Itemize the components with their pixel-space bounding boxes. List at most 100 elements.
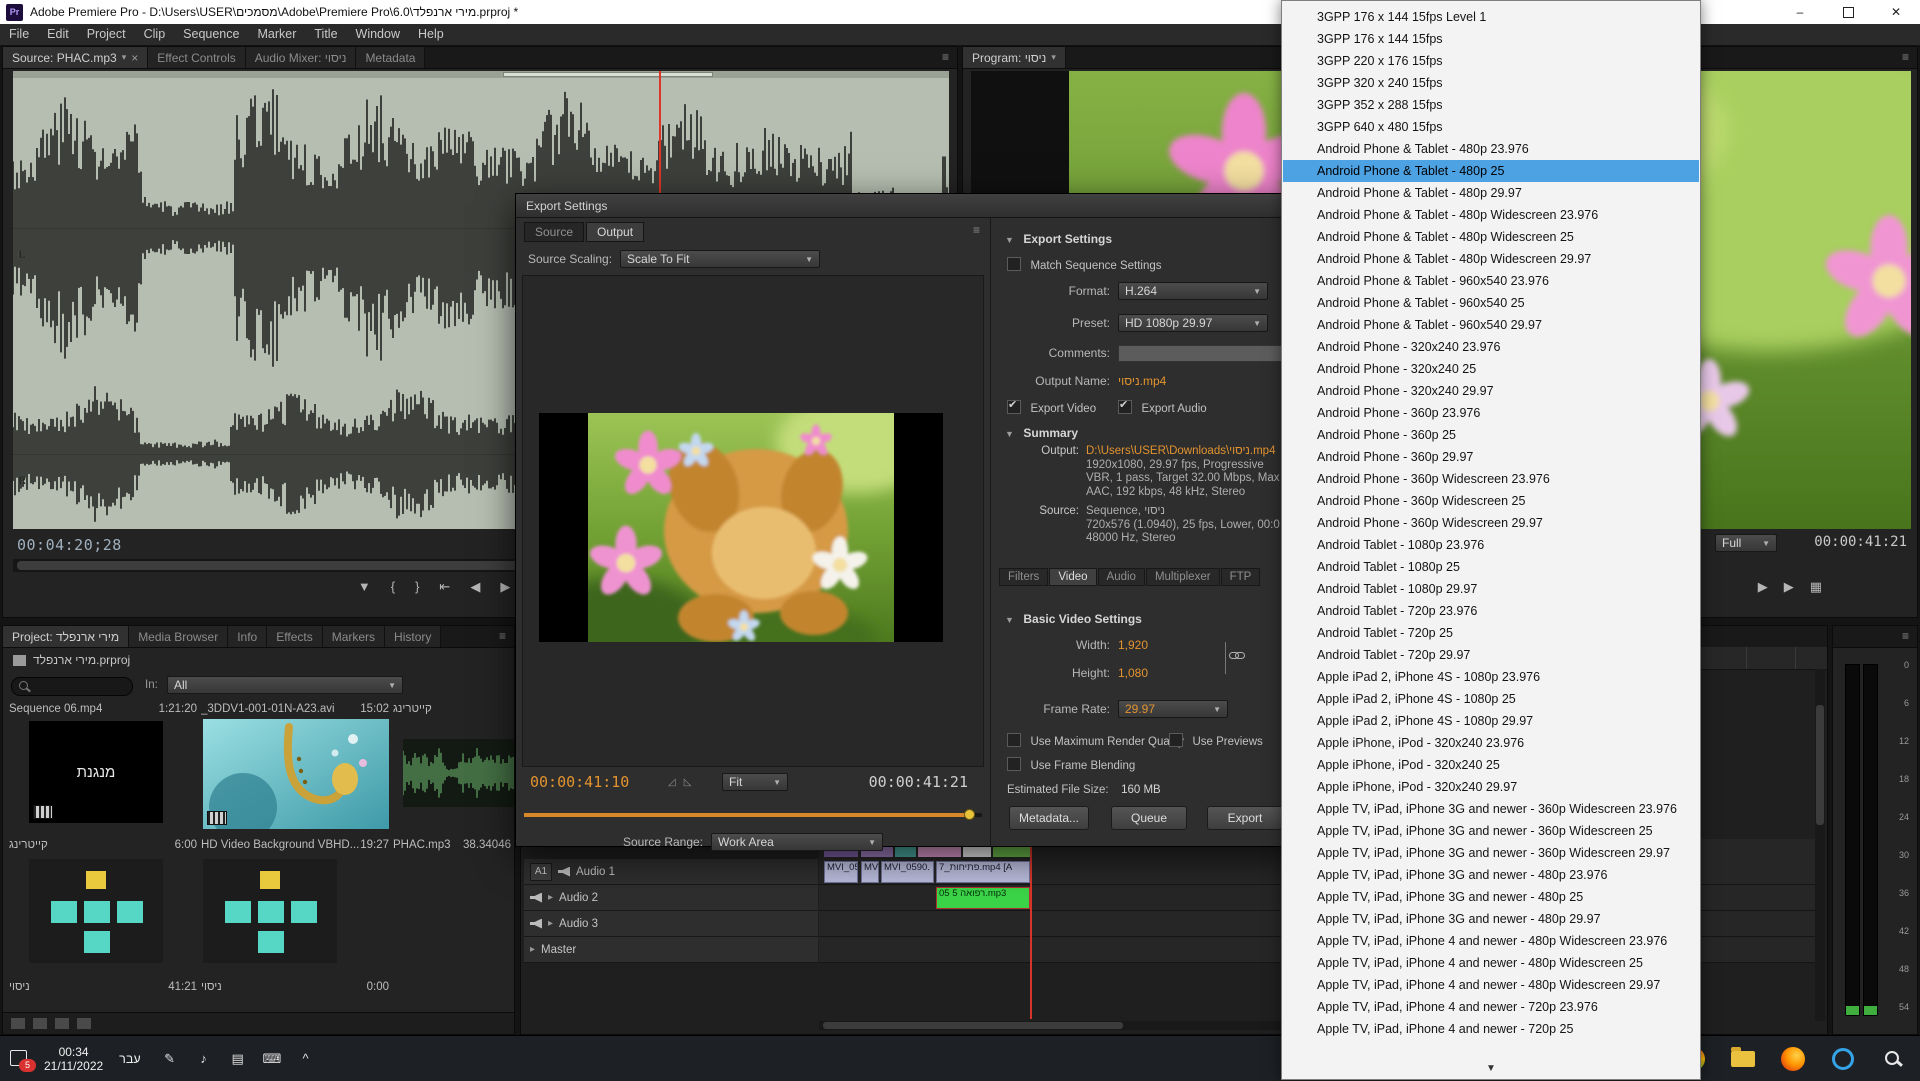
- preset-option[interactable]: Apple TV, iPad, iPhone 4 and newer - 720…: [1283, 1018, 1699, 1040]
- list-item[interactable]: קייטרינג: [393, 703, 511, 715]
- preset-option[interactable]: Apple TV, iPad, iPhone 4 and newer - 480…: [1283, 974, 1699, 996]
- preset-option[interactable]: 3GPP 176 x 144 15fps Level 1: [1283, 6, 1699, 28]
- close-icon[interactable]: ×: [131, 51, 138, 65]
- menu-clip[interactable]: Clip: [135, 24, 175, 45]
- view-tab-source[interactable]: Source: [524, 222, 584, 242]
- preset-option[interactable]: Android Phone & Tablet - 480p Widescreen…: [1283, 226, 1699, 248]
- preset-option[interactable]: Android Phone - 360p 29.97: [1283, 446, 1699, 468]
- option-tab-ftp[interactable]: FTP: [1221, 568, 1261, 586]
- language-indicator[interactable]: עבר: [119, 1052, 140, 1066]
- collapse-triangle-icon[interactable]: ▼: [1005, 235, 1014, 245]
- tab-program[interactable]: Program: ניסוי ▾: [963, 47, 1066, 68]
- preset-option[interactable]: Android Phone - 320x240 23.976: [1283, 336, 1699, 358]
- preset-option[interactable]: Android Phone & Tablet - 480p Widescreen…: [1283, 204, 1699, 226]
- out-point-button[interactable]: }: [415, 579, 419, 595]
- preset-option[interactable]: Apple iPhone, iPod - 320x240 23.976: [1283, 732, 1699, 754]
- collapse-triangle-icon[interactable]: ▼: [1005, 615, 1014, 625]
- menu-sequence[interactable]: Sequence: [174, 24, 248, 45]
- step-forward-button[interactable]: ▶: [1784, 579, 1794, 595]
- filter-select[interactable]: All ▼: [167, 676, 403, 694]
- speaker-icon[interactable]: [558, 867, 570, 877]
- max-render-checkbox[interactable]: [1007, 733, 1021, 747]
- preset-option[interactable]: Android Phone - 320x240 29.97: [1283, 380, 1699, 402]
- expand-arrow-icon[interactable]: ▸: [548, 892, 553, 903]
- audio-clip[interactable]: MVI_05: [824, 861, 858, 883]
- use-previews-checkbox[interactable]: [1169, 733, 1183, 747]
- scrollbar-handle[interactable]: [823, 1022, 1123, 1029]
- in-point-button[interactable]: {: [391, 579, 395, 595]
- notification-icon[interactable]: 5: [8, 1047, 36, 1071]
- collapse-triangle-icon[interactable]: ▼: [1005, 429, 1014, 439]
- match-sequence-checkbox[interactable]: [1007, 257, 1021, 271]
- chevron-up-icon[interactable]: ^: [297, 1051, 315, 1067]
- timeline-vscrollbar[interactable]: [1815, 669, 1825, 1021]
- list-item[interactable]: קייטרינג 6:00: [9, 839, 197, 851]
- preset-option[interactable]: Android Phone & Tablet - 480p Widescreen…: [1283, 248, 1699, 270]
- preset-option[interactable]: Android Tablet - 1080p 23.976: [1283, 534, 1699, 556]
- step-back-button[interactable]: ◀: [470, 579, 480, 595]
- preset-option[interactable]: Apple TV, iPad, iPhone 3G and newer - 48…: [1283, 864, 1699, 886]
- source-range-select[interactable]: Work Area ▼: [711, 833, 883, 851]
- preset-option[interactable]: Apple iPhone, iPod - 320x240 25: [1283, 754, 1699, 776]
- taskbar-search[interactable]: [1868, 1036, 1918, 1081]
- taskbar-clock[interactable]: 00:34 21/11/2022: [44, 1045, 103, 1073]
- export-button[interactable]: Export: [1207, 806, 1283, 830]
- preset-option[interactable]: Android Phone - 360p Widescreen 29.97: [1283, 512, 1699, 534]
- export-preview-video[interactable]: [539, 413, 943, 642]
- settings-button[interactable]: ▦: [1810, 579, 1822, 595]
- speaker-icon[interactable]: [530, 893, 542, 903]
- preset-option[interactable]: Apple TV, iPad, iPhone 3G and newer - 36…: [1283, 798, 1699, 820]
- chevron-down-icon[interactable]: ▾: [1051, 52, 1056, 63]
- automate-button[interactable]: [55, 1018, 69, 1029]
- preset-option[interactable]: Apple TV, iPad, iPhone 4 and newer - 480…: [1283, 952, 1699, 974]
- menu-marker[interactable]: Marker: [248, 24, 305, 45]
- preset-option[interactable]: Android Phone - 360p Widescreen 25: [1283, 490, 1699, 512]
- taskbar-firefox[interactable]: [1768, 1036, 1818, 1081]
- list-view-button[interactable]: [11, 1018, 25, 1029]
- preset-option[interactable]: Apple TV, iPad, iPhone 3G and newer - 48…: [1283, 886, 1699, 908]
- option-tab-filters[interactable]: Filters: [999, 568, 1048, 586]
- list-item[interactable]: ניסוי 41:21: [9, 981, 197, 993]
- preset-option[interactable]: Apple iPad 2, iPhone 4S - 1080p 29.97: [1283, 710, 1699, 732]
- metadata-button[interactable]: Metadata...: [1009, 806, 1089, 830]
- search-input[interactable]: [11, 677, 133, 696]
- preset-option[interactable]: Android Phone & Tablet - 480p 23.976: [1283, 138, 1699, 160]
- preset-option[interactable]: Android Phone & Tablet - 480p 29.97: [1283, 182, 1699, 204]
- track-header-master[interactable]: ▸Master: [524, 937, 818, 963]
- preset-option[interactable]: Android Phone & Tablet - 960x540 23.976: [1283, 270, 1699, 292]
- thumbnail-video-clip[interactable]: [203, 719, 389, 829]
- preset-select[interactable]: HD 1080p 29.97 ▼: [1118, 314, 1268, 332]
- tab-project[interactable]: Project: מירי ארנפלד: [3, 626, 129, 647]
- expand-arrow-icon[interactable]: ▸: [548, 918, 553, 929]
- preset-option[interactable]: Apple TV, iPad, iPhone 3G and newer - 36…: [1283, 820, 1699, 842]
- preset-option[interactable]: Apple TV, iPad, iPhone 4 and newer - 720…: [1283, 996, 1699, 1018]
- preset-option[interactable]: Android Tablet - 720p 25: [1283, 622, 1699, 644]
- track-assign-badge[interactable]: A1: [530, 863, 552, 881]
- preset-option[interactable]: Android Phone & Tablet - 480p 25: [1283, 160, 1699, 182]
- list-item[interactable]: HD Video Background VBHD... 19:27: [201, 839, 389, 851]
- thumbnail-sequence[interactable]: [203, 859, 337, 963]
- icon-view-button[interactable]: [33, 1018, 47, 1029]
- preset-option[interactable]: Apple TV, iPad, iPhone 3G and newer - 48…: [1283, 908, 1699, 930]
- pen-icon[interactable]: ✎: [161, 1051, 179, 1067]
- list-item[interactable]: _3DDV1-001-01N-A23.avi 15:02: [201, 703, 389, 715]
- panel-menu-icon[interactable]: ≡: [934, 47, 957, 68]
- play-button[interactable]: ▶: [500, 579, 510, 595]
- menu-project[interactable]: Project: [78, 24, 135, 45]
- tab-markers[interactable]: Markers: [323, 626, 385, 647]
- fit-select[interactable]: Fit ▼: [722, 773, 788, 791]
- zoom-handle[interactable]: [503, 72, 713, 77]
- audio-clip[interactable]: MV: [861, 861, 879, 883]
- close-button[interactable]: ✕: [1872, 0, 1920, 24]
- height-value[interactable]: 1,080: [1118, 666, 1148, 680]
- comments-field[interactable]: [1118, 345, 1290, 362]
- menu-file[interactable]: File: [0, 24, 38, 45]
- preset-option[interactable]: Android Phone - 360p Widescreen 23.976: [1283, 468, 1699, 490]
- project-file-row[interactable]: מירי ארנפלד.prproj: [13, 653, 130, 667]
- preset-option[interactable]: Android Phone - 360p 23.976: [1283, 402, 1699, 424]
- scroll-down-arrow-icon[interactable]: ▼: [1282, 1061, 1700, 1077]
- tab-source-phac-mp3[interactable]: Source: PHAC.mp3▾×: [3, 47, 148, 68]
- new-bin-button[interactable]: [77, 1018, 91, 1029]
- option-tab-multiplexer[interactable]: Multiplexer: [1146, 568, 1220, 586]
- audio-clip[interactable]: 7_פתיחות.mp4 [A: [936, 861, 1030, 883]
